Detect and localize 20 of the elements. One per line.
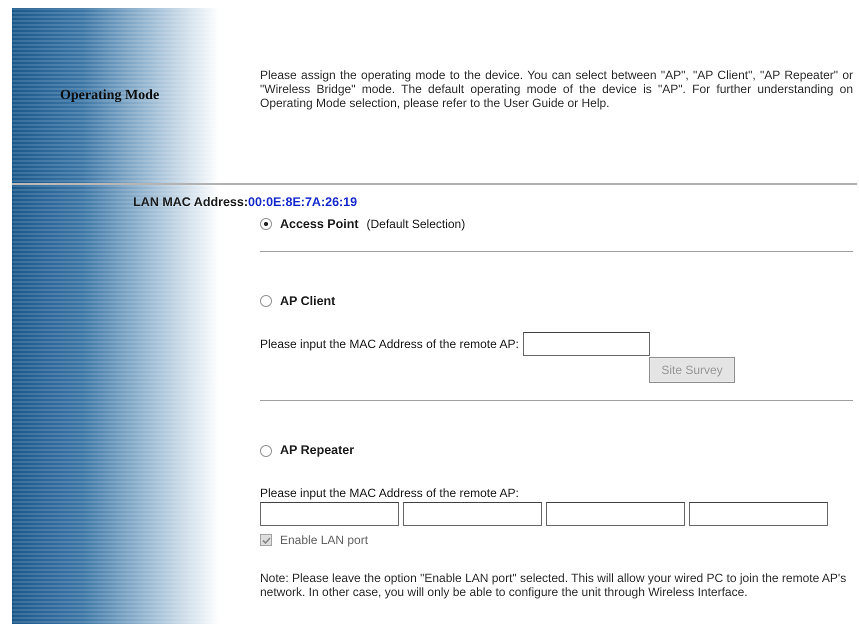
section-title: Operating Mode (60, 87, 160, 105)
mac-input-field[interactable] (689, 502, 828, 526)
prompt-text: Please input the MAC Address of the remote AP: (260, 485, 520, 502)
mac-value: 00:0E:8E:7A:26:19 (248, 195, 358, 209)
mode-hint: (Default Selection) (366, 216, 466, 234)
mac-label: LAN MAC Address: (133, 195, 248, 209)
mac-input-field[interactable] (403, 502, 542, 526)
radio-button[interactable] (260, 218, 272, 230)
prompt-text: Please input the MAC Address of the remote AP: (260, 336, 519, 354)
mode-label[interactable]: AP Repeater (280, 441, 354, 460)
mode-label[interactable]: Access Point (280, 214, 359, 234)
radio-button[interactable] (260, 294, 272, 307)
description-text: Please assign the operating mode to the device. You can select between "AP", "AP Client", "AP Repeater" or "Wireless Bridge" mode. The default operating mode of the device is "AP". For further understanding on Operating Mode selection, please refer to the User Guide or Help. (259, 68, 854, 110)
mac-input-field[interactable] (522, 332, 650, 356)
note-text: Note: Please leave the option "Enable LAN port" selected. This will allow your wired PC to join the remote AP's network. In other case, you will only be able to configure the unit through Wireless Interface. (260, 571, 848, 599)
mode-label[interactable]: AP Client (280, 292, 336, 310)
mac-input-field[interactable] (260, 502, 399, 526)
radio-button[interactable] (260, 444, 272, 457)
checkbox-label: Enable LAN port (280, 532, 368, 549)
mac-input-field[interactable] (546, 502, 685, 526)
